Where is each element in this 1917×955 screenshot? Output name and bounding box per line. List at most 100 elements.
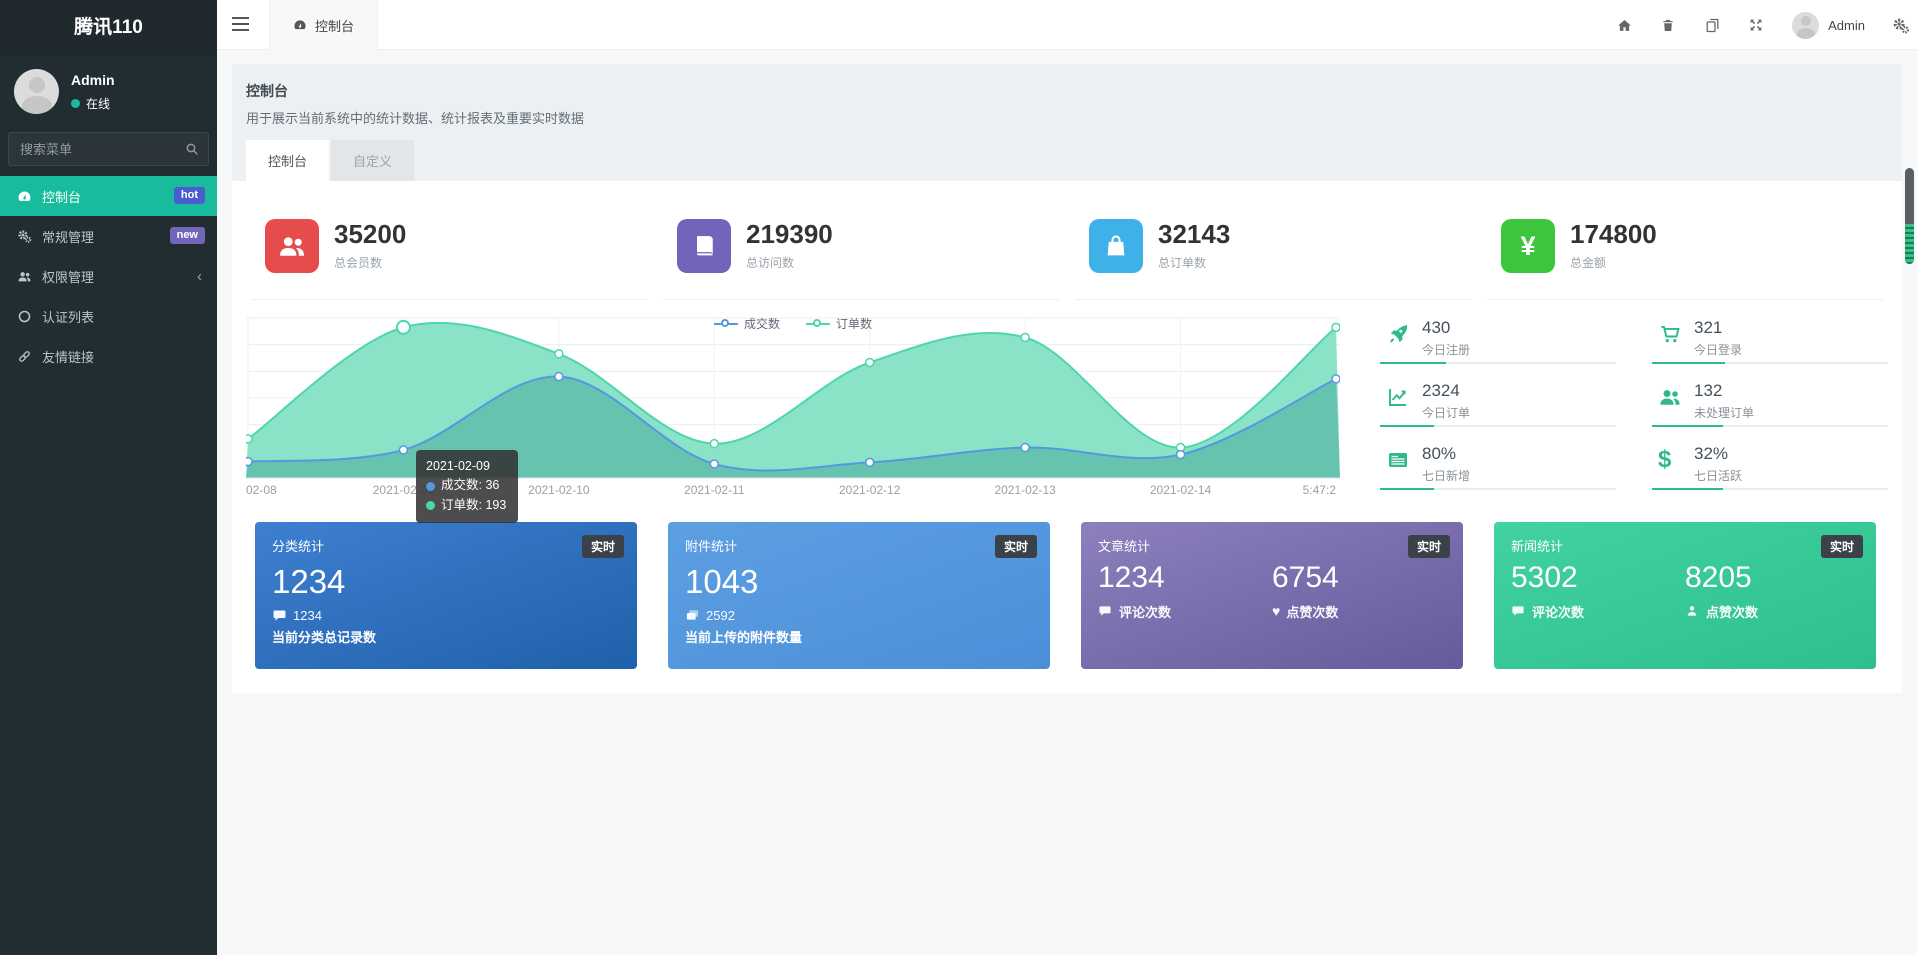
legend-item-orders[interactable]: 订单数 (806, 315, 872, 332)
scrollbar-thumb[interactable] (1905, 168, 1914, 264)
stat-label: 总会员数 (334, 254, 406, 271)
legend-marker-icon (714, 319, 738, 329)
stat-card-amount: ¥ 174800 总金额 (1487, 199, 1883, 300)
user-status-label: 在线 (86, 95, 110, 112)
quick-stat-label: 今日注册 (1422, 341, 1616, 358)
stat-card-visits: 219390 总访问数 (663, 199, 1059, 300)
cart-icon (1658, 322, 1682, 346)
home-icon[interactable] (1616, 17, 1633, 34)
page-title: 控制台 (246, 81, 1888, 101)
x-axis-tick: 2021-02-11 (684, 483, 745, 497)
card-value: 6754 (1272, 561, 1446, 595)
book-icon (677, 219, 731, 273)
card-title: 分类统计 (272, 536, 620, 555)
card-sub-value: 2592 (706, 608, 735, 623)
progress-bar (1652, 362, 1888, 364)
navbar-user-menu[interactable]: Admin (1792, 12, 1865, 39)
summary-card-articles: 文章统计 实时 1234 评论次数 (1081, 522, 1463, 669)
card-caption: 点赞次数 (1286, 602, 1338, 621)
sidebar-user-panel: Admin 在线 (0, 56, 217, 124)
x-axis-tick: 2021-02-14 (1150, 483, 1211, 497)
x-axis-tick: 2021-02-10 (528, 483, 589, 497)
quick-stat-today-orders: 2324 今日订单 (1380, 379, 1616, 441)
card-caption: 当前上传的附件数量 (685, 627, 1033, 646)
navbar-username: Admin (1828, 18, 1865, 33)
chevron-left-icon: ‹ (197, 268, 202, 285)
list-card-icon (1386, 448, 1410, 472)
images-icon (685, 608, 700, 623)
search-input[interactable] (8, 132, 209, 166)
tab-custom[interactable]: 自定义 (331, 140, 414, 181)
link-icon (13, 349, 35, 364)
summary-cards-row: 分类统计 实时 1234 1234 当前分类总记录数 附件统计 实时 1043 (246, 522, 1888, 669)
cogs-icon (13, 229, 35, 244)
summary-card-attachments: 附件统计 实时 1043 2592 当前上传的附件数量 (668, 522, 1050, 669)
chart-plot-area[interactable] (246, 316, 1340, 480)
x-axis-tick: 02-08 (246, 483, 277, 497)
settings-cogs-icon[interactable] (1892, 17, 1909, 34)
progress-bar (1652, 488, 1888, 490)
users-icon (13, 269, 35, 284)
realtime-badge: 实时 (1408, 535, 1450, 558)
avatar (1792, 12, 1819, 39)
quick-stat-value: 321 (1694, 318, 1888, 338)
card-value: 1043 (685, 563, 1033, 601)
card-caption: 当前分类总记录数 (272, 627, 620, 646)
stat-card-orders: 32143 总订单数 (1075, 199, 1471, 300)
gauge-icon (13, 189, 35, 204)
rocket-icon (1386, 322, 1410, 346)
tab-dashboard[interactable]: 控制台 (246, 140, 329, 181)
realtime-badge: 实时 (995, 535, 1037, 558)
stat-value: 32143 (1158, 221, 1230, 248)
quick-stat-value: 132 (1694, 381, 1888, 401)
chart-line-icon (1386, 385, 1410, 409)
stat-value: 35200 (334, 221, 406, 248)
progress-bar (1652, 425, 1888, 427)
sidebar: 腾讯110 Admin 在线 控制台 hot 常规管理 (0, 0, 217, 955)
fullscreen-icon[interactable] (1748, 17, 1765, 34)
quick-stat-label: 七日活跃 (1694, 467, 1888, 484)
quick-stat-value: 2324 (1422, 381, 1616, 401)
comment-icon (1511, 604, 1526, 619)
sidebar-item-label: 控制台 (42, 187, 81, 206)
quick-stat-value: 80% (1422, 444, 1616, 464)
stat-value: 219390 (746, 221, 833, 248)
progress-bar (1380, 362, 1616, 364)
stat-label: 总金额 (1570, 254, 1657, 271)
legend-label: 订单数 (836, 315, 872, 332)
stat-label: 总访问数 (746, 254, 833, 271)
legend-item-deals[interactable]: 成交数 (714, 315, 780, 332)
clear-cache-icon[interactable] (1704, 17, 1721, 34)
hot-badge: hot (174, 187, 205, 204)
orders-area-chart[interactable]: 成交数 订单数 02-08 2021-02-09 2021-02-10 2021-02… (246, 316, 1354, 502)
navbar-tab-label: 控制台 (315, 16, 354, 35)
sidebar-item-auth-list[interactable]: 认证列表 (0, 296, 217, 336)
x-axis-tick: 5:47:2 (1303, 483, 1336, 497)
x-axis-tick: 2021-02-13 (994, 483, 1055, 497)
summary-card-news: 新闻统计 实时 5302 评论次数 (1494, 522, 1876, 669)
x-axis-tick: 2021-02-12 (839, 483, 900, 497)
app-logo[interactable]: 腾讯110 (0, 0, 217, 56)
trash-icon[interactable] (1660, 17, 1677, 34)
quick-stat-value: 32% (1694, 444, 1888, 464)
sidebar-item-permissions[interactable]: 权限管理 ‹ (0, 256, 217, 296)
user-name: Admin (71, 72, 115, 88)
x-axis-tick: 2021-02-09 (373, 483, 434, 497)
search-icon[interactable] (184, 141, 200, 157)
gauge-icon (293, 18, 307, 32)
sidebar-item-general[interactable]: 常规管理 new (0, 216, 217, 256)
card-value: 5302 (1511, 561, 1685, 595)
card-caption: 评论次数 (1119, 602, 1171, 621)
hamburger-menu-icon[interactable] (232, 17, 252, 33)
quick-stat-logins: 321 今日登录 (1652, 316, 1888, 378)
comment-icon (272, 608, 287, 623)
circle-icon (13, 309, 35, 324)
navbar-tab-dashboard[interactable]: 控制台 (269, 0, 378, 50)
users-icon (1658, 385, 1682, 409)
realtime-badge: 实时 (1821, 535, 1863, 558)
sidebar-item-links[interactable]: 友情链接 (0, 336, 217, 376)
legend-marker-icon (806, 319, 830, 329)
sidebar-item-dashboard[interactable]: 控制台 hot (0, 176, 217, 216)
sidebar-item-label: 权限管理 (42, 267, 94, 286)
stat-cards-row: 35200 总会员数 219390 总访问数 32143 总订单数 (251, 199, 1883, 300)
